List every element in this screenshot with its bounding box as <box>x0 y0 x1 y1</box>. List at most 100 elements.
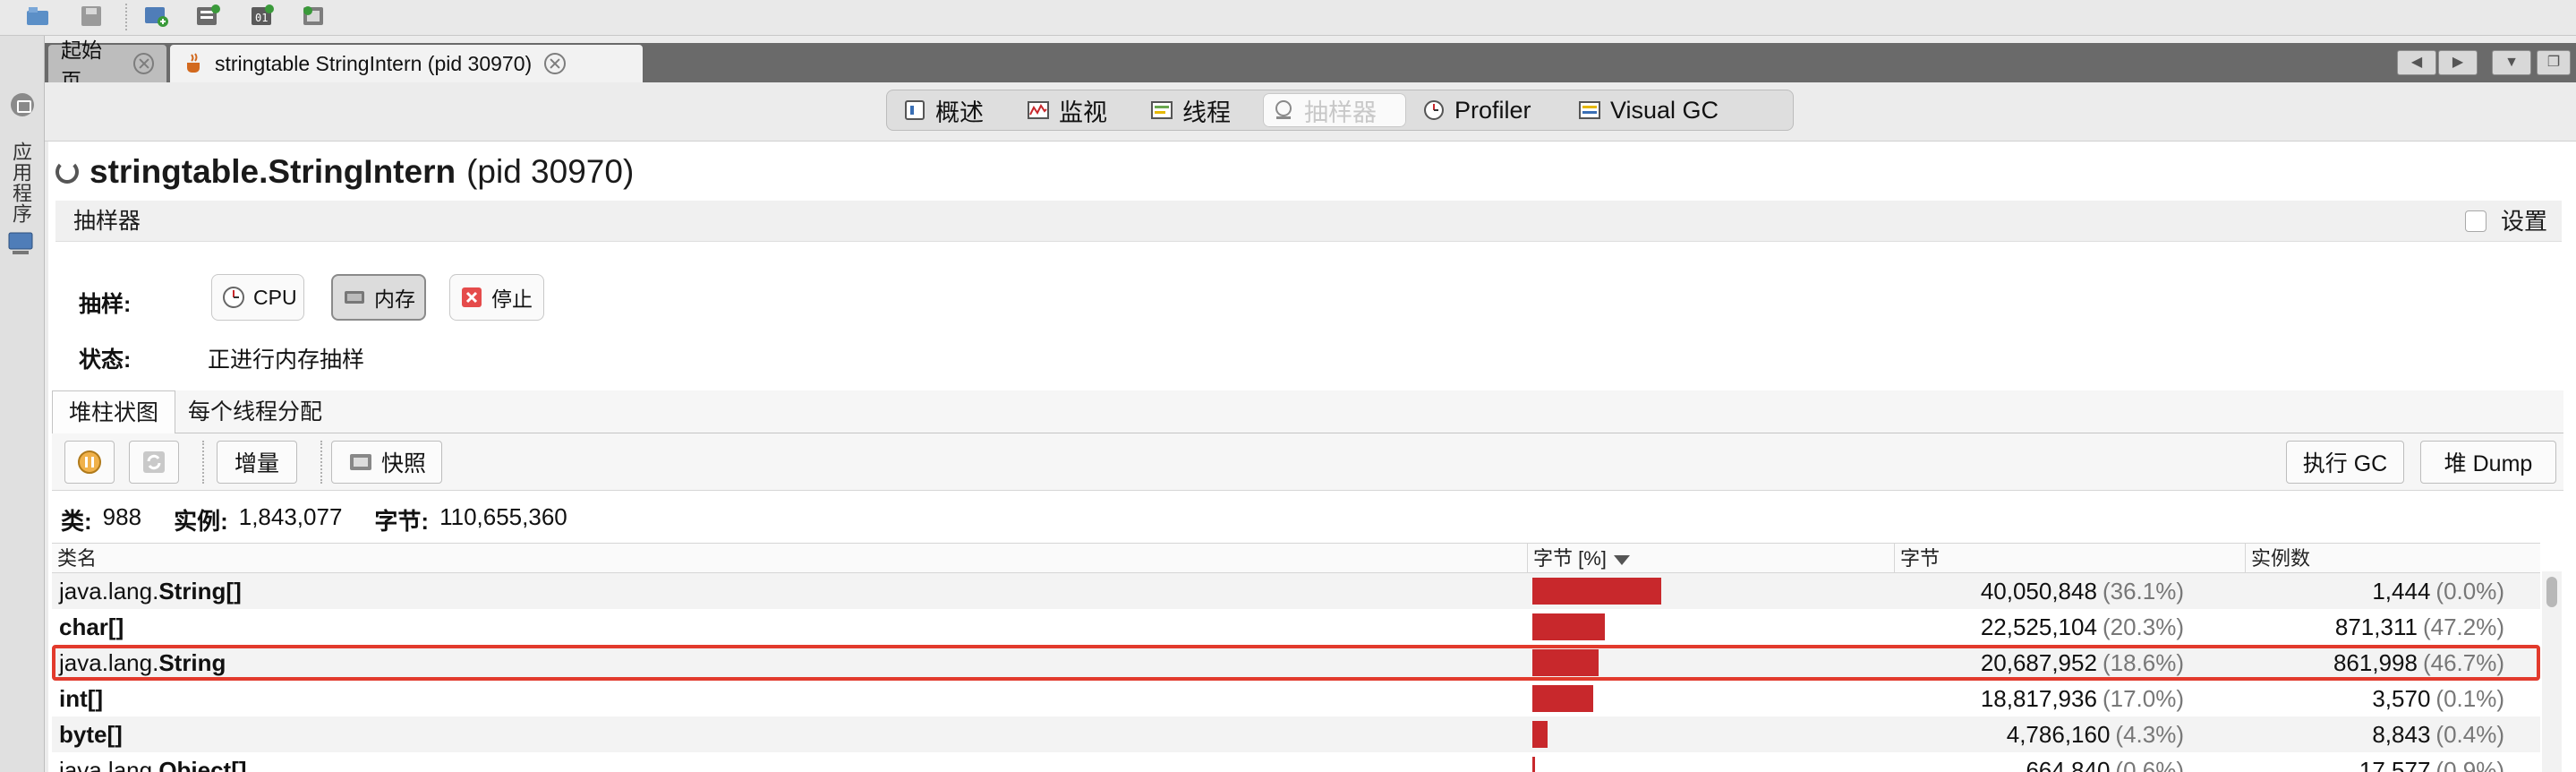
close-icon[interactable] <box>132 53 154 74</box>
section-title: 抽样器 <box>73 209 141 234</box>
bytes-value: 18,817,936 <box>1980 685 2097 712</box>
table-row[interactable]: java.lang.String 20,687,952 (18.6%) 861,998… <box>52 645 2540 681</box>
java-cup-icon <box>183 52 206 75</box>
instances-value: 1,843,077 <box>238 503 343 530</box>
heap-dump-button[interactable]: 堆 Dump <box>2420 441 2556 484</box>
tab-start-page[interactable]: 起始页 <box>48 39 166 92</box>
instances-value: 861,998 <box>2333 649 2418 676</box>
settings-checkbox[interactable] <box>2464 210 2486 232</box>
status-value: 正进行内存抽样 <box>208 347 365 373</box>
tab-list-button[interactable]: ▼ <box>2492 50 2531 75</box>
bytes-percent-bar <box>1532 649 1599 676</box>
scroll-tabs-right-button[interactable]: ▶ <box>2438 50 2478 75</box>
bytes-cell: 22,525,104 (20.3%) <box>1761 609 2184 645</box>
cpu-clock-icon <box>221 285 246 310</box>
class-package: java.lang. <box>59 578 159 605</box>
bytes-value: 4,786,160 <box>2006 721 2111 748</box>
toolbar-separator <box>320 441 322 484</box>
thread-dump-icon[interactable]: 01 <box>247 2 276 30</box>
restore-window-button[interactable]: ❐ <box>2537 50 2571 75</box>
bytes-value: 40,050,848 <box>1980 578 2097 605</box>
view-tab-group: 概述 监视 线程 抽样器 Profiler Visual GC <box>886 90 1794 131</box>
add-jmx-icon[interactable] <box>141 2 170 30</box>
class-simple-name: String[] <box>158 578 242 605</box>
instances-cell: 871,311 (47.2%) <box>2146 609 2504 645</box>
bytes-percent-bar <box>1532 578 1661 605</box>
sample-label: 抽样: <box>79 292 132 317</box>
pause-icon <box>76 449 103 476</box>
instances-label: 实例: <box>174 508 228 535</box>
bytes-cell: 20,687,952 (18.6%) <box>1761 645 2184 681</box>
bytes-value: 22,525,104 <box>1980 613 2097 640</box>
memory-chip-icon <box>342 285 367 310</box>
tab-sampler[interactable]: 抽样器 <box>1263 93 1406 127</box>
table-row[interactable]: int[] 18,817,936 (17.0%) 3,570 (0.1%) <box>52 681 2540 716</box>
column-class-name[interactable]: 类名 <box>52 544 1527 574</box>
document-tab-bar: 起始页 stringtable StringIntern (pid 30970)… <box>45 39 2576 92</box>
tab-threads[interactable]: 线程 <box>1141 93 1240 127</box>
tab-application[interactable]: stringtable StringIntern (pid 30970) <box>170 45 643 82</box>
column-label: 字节 <box>1900 547 1941 570</box>
open-folder-icon[interactable] <box>23 2 52 30</box>
table-row[interactable]: java.lang.Object[] 664,840 (0.6%) 17,577 (0.… <box>52 752 2540 772</box>
toolbar-separator <box>202 441 204 484</box>
histogram-toolbar: 增量 快照 执行 GC 堆 Dump <box>52 433 2563 491</box>
table-scrollbar[interactable] <box>2542 571 2562 772</box>
sampler-subtabs: 堆柱状图 每个线程分配 <box>52 390 2563 433</box>
memory-button[interactable]: 内存 <box>331 274 426 321</box>
column-bytes-percent[interactable]: 字节 [%] <box>1527 544 1894 574</box>
class-package: java.lang. <box>59 649 159 676</box>
stop-button[interactable]: 停止 <box>449 274 544 321</box>
scrollbar-thumb[interactable] <box>2546 577 2557 607</box>
instances-value: 8,843 <box>2372 721 2431 748</box>
perform-gc-button[interactable]: 执行 GC <box>2286 441 2404 484</box>
instances-percent: (0.9%) <box>2435 757 2504 772</box>
save-icon[interactable] <box>77 2 106 30</box>
tab-visual-gc[interactable]: Visual GC <box>1569 93 1727 127</box>
stop-icon <box>459 285 484 310</box>
bytes-value: 110,655,360 <box>439 503 567 530</box>
column-bytes[interactable]: 字节 <box>1894 544 2245 574</box>
bytes-value: 20,687,952 <box>1980 649 2097 676</box>
cpu-button[interactable]: CPU <box>211 274 304 321</box>
heap-dump-icon[interactable] <box>193 2 222 30</box>
settings-label: 设置 <box>2500 208 2547 235</box>
refresh-button[interactable] <box>129 441 179 484</box>
tab-label: Visual GC <box>1610 96 1719 124</box>
pause-button[interactable] <box>64 441 115 484</box>
scroll-tabs-left-button[interactable]: ◀ <box>2397 50 2436 75</box>
bytes-label: 字节: <box>374 508 430 535</box>
table-row[interactable]: char[] 22,525,104 (20.3%) 871,311 (47.2%) <box>52 609 2540 645</box>
status-label: 状态: <box>79 347 132 373</box>
tab-label: 监视 <box>1059 99 1107 126</box>
sort-descending-icon <box>1613 554 1630 565</box>
column-instances[interactable]: 实例数 <box>2245 544 2540 574</box>
instances-cell: 3,570 (0.1%) <box>2146 681 2504 716</box>
heap-histogram-table[interactable]: 类名 字节 [%] 字节 实例数 java.lang.String[] 40,05… <box>52 543 2540 772</box>
class-simple-name: int[] <box>59 685 104 712</box>
monitor-icon[interactable] <box>7 231 36 256</box>
bytes-percent-bar <box>1532 721 1548 748</box>
bytes-value: 664,840 <box>2026 757 2111 772</box>
settings-toggle[interactable]: 设置 <box>2464 201 2547 242</box>
tab-heap-histogram[interactable]: 堆柱状图 <box>52 390 176 433</box>
tab-monitor[interactable]: 监视 <box>1018 93 1116 127</box>
delta-button[interactable]: 增量 <box>217 441 297 484</box>
instances-percent: (0.0%) <box>2435 578 2504 605</box>
minimize-window-icon[interactable] <box>11 93 34 116</box>
tab-overview[interactable]: 概述 <box>894 93 993 127</box>
visualvm-window: 01 应用程序 起始页 stringtable StringIntern (pi… <box>0 0 2576 772</box>
sampler-section-header: 抽样器 设置 <box>55 201 2562 242</box>
instances-cell: 1,444 (0.0%) <box>2146 573 2504 609</box>
applications-label[interactable]: 应用程序 <box>8 142 35 224</box>
tab-profiler[interactable]: Profiler <box>1413 93 1540 127</box>
table-row[interactable]: java.lang.String[] 40,050,848 (36.1%) 1,444… <box>52 573 2540 609</box>
close-icon[interactable] <box>544 53 567 74</box>
snapshot-icon[interactable] <box>299 2 328 30</box>
tab-per-thread-allocations[interactable]: 每个线程分配 <box>172 390 338 433</box>
snapshot-button[interactable]: 快照 <box>331 441 442 484</box>
class-name-cell: int[] <box>59 681 103 716</box>
applications-sidebar[interactable]: 应用程序 <box>0 36 45 772</box>
table-row[interactable]: byte[] 4,786,160 (4.3%) 8,843 (0.4%) <box>52 716 2540 752</box>
heap-summary: 类: 988 实例: 1,843,077 字节: 110,655,360 <box>61 503 600 536</box>
